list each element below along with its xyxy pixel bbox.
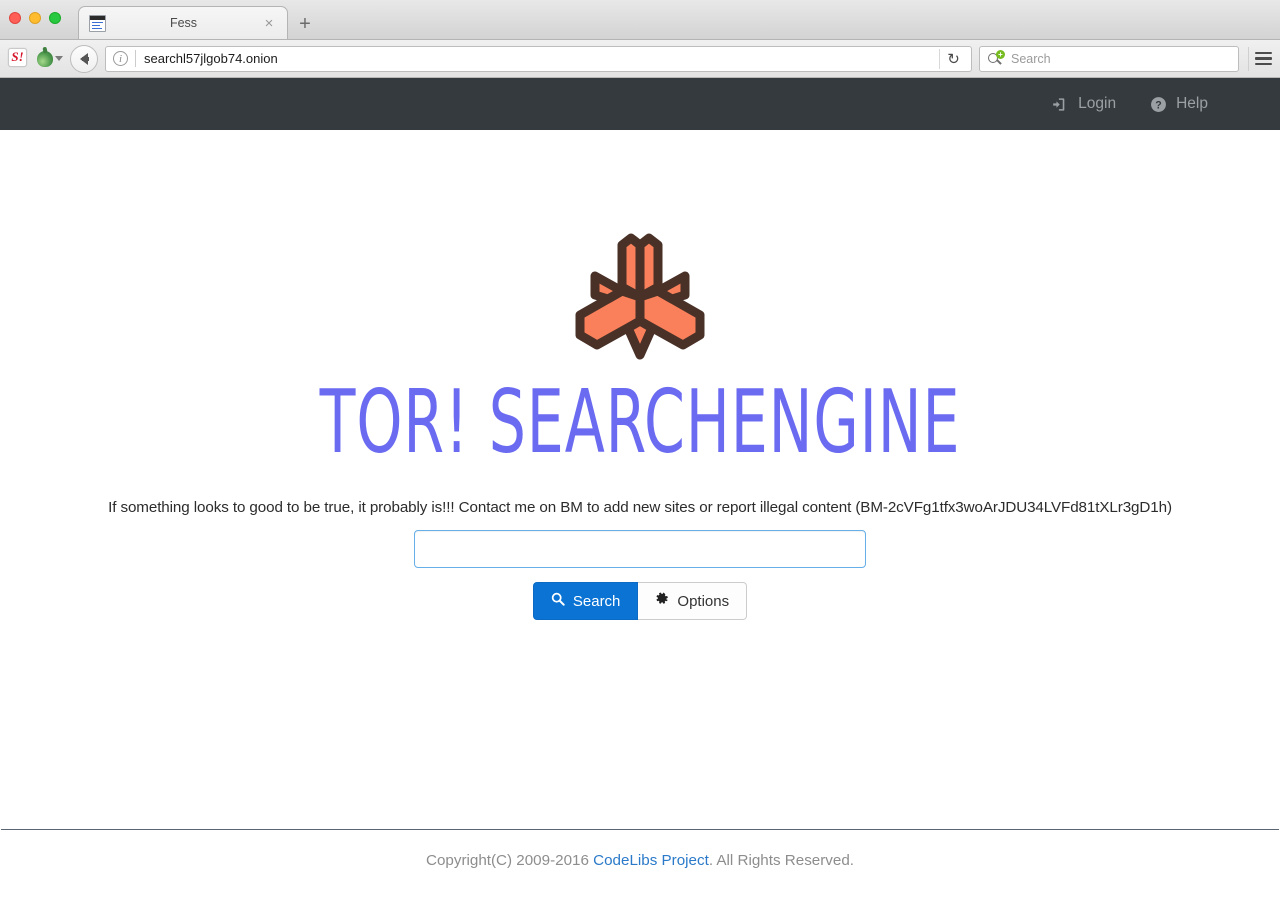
- reload-icon[interactable]: ↻: [939, 48, 967, 69]
- options-button[interactable]: Options: [638, 582, 748, 620]
- address-bar-url: searchl57jlgob74.onion: [144, 51, 278, 66]
- svg-text:?: ?: [1155, 99, 1161, 111]
- gear-icon: [655, 592, 669, 610]
- page-content: TOR! SEARCHENGINE If something looks to …: [0, 130, 1280, 829]
- browser-toolbar: S! i searchl57jlgob74.onion ↻ + Search: [0, 40, 1280, 78]
- window-controls: [9, 12, 61, 24]
- nav-help-link[interactable]: ? Help: [1150, 95, 1208, 113]
- copyright-suffix: . All Rights Reserved.: [708, 852, 854, 869]
- tab-title: Fess: [169, 16, 198, 30]
- page-footer: Copyright(C) 2009-2016 CodeLibs Project.…: [1, 829, 1279, 910]
- browser-tab[interactable]: Fess ×: [78, 6, 288, 39]
- new-tab-button[interactable]: +: [288, 9, 322, 39]
- sign-in-icon: [1052, 96, 1069, 113]
- nav-help-label: Help: [1176, 95, 1208, 112]
- minimize-window-button[interactable]: [29, 12, 41, 24]
- search-button-group: Search Options: [532, 582, 748, 620]
- page-title: TOR! SEARCHENGINE: [319, 371, 961, 474]
- question-circle-icon: ?: [1150, 96, 1167, 113]
- page-favicon-icon: [89, 14, 106, 32]
- search-add-icon: +: [988, 49, 1005, 67]
- nav-login-label: Login: [1078, 95, 1117, 112]
- toolbar-search-placeholder: Search: [1011, 51, 1051, 66]
- close-window-button[interactable]: [9, 12, 21, 24]
- nav-login-link[interactable]: Login: [1052, 95, 1116, 113]
- yahoo-toolbar-icon[interactable]: S!: [8, 47, 30, 70]
- browser-window: Fess × + S! i searchl57jlgob74.onion ↻ +: [0, 0, 1280, 910]
- codelibs-project-link[interactable]: CodeLibs Project: [593, 852, 709, 869]
- address-bar-divider: [135, 50, 136, 67]
- close-tab-icon[interactable]: ×: [261, 16, 277, 31]
- onion-glyph: [37, 50, 53, 67]
- site-info-icon[interactable]: i: [113, 51, 128, 66]
- magnifier-icon: [551, 592, 565, 610]
- site-tagline: If something looks to good to be true, i…: [108, 499, 1172, 516]
- search-input[interactable]: [414, 530, 866, 568]
- toolbar-search-box[interactable]: + Search: [979, 45, 1239, 72]
- tab-strip: Fess × +: [78, 0, 322, 39]
- search-button[interactable]: Search: [532, 582, 639, 620]
- site-logo: [570, 223, 710, 363]
- back-arrow-icon: [80, 52, 89, 65]
- address-bar[interactable]: i searchl57jlgob74.onion ↻: [105, 45, 972, 72]
- copyright-prefix: Copyright(C) 2009-2016: [425, 852, 594, 869]
- browser-titlebar: Fess × +: [0, 0, 1280, 40]
- page-viewport: Login ? Help TOR! SEARCHENGINE If someth…: [0, 78, 1280, 910]
- search-button-label: Search: [572, 592, 621, 610]
- site-navbar: Login ? Help: [0, 78, 1280, 130]
- options-button-label: Options: [677, 592, 730, 610]
- back-button[interactable]: [70, 44, 98, 73]
- menu-hamburger-icon[interactable]: [1248, 46, 1272, 71]
- chevron-down-icon: [55, 56, 63, 61]
- torbutton-onion-icon[interactable]: [37, 50, 63, 67]
- maximize-window-button[interactable]: [49, 12, 61, 24]
